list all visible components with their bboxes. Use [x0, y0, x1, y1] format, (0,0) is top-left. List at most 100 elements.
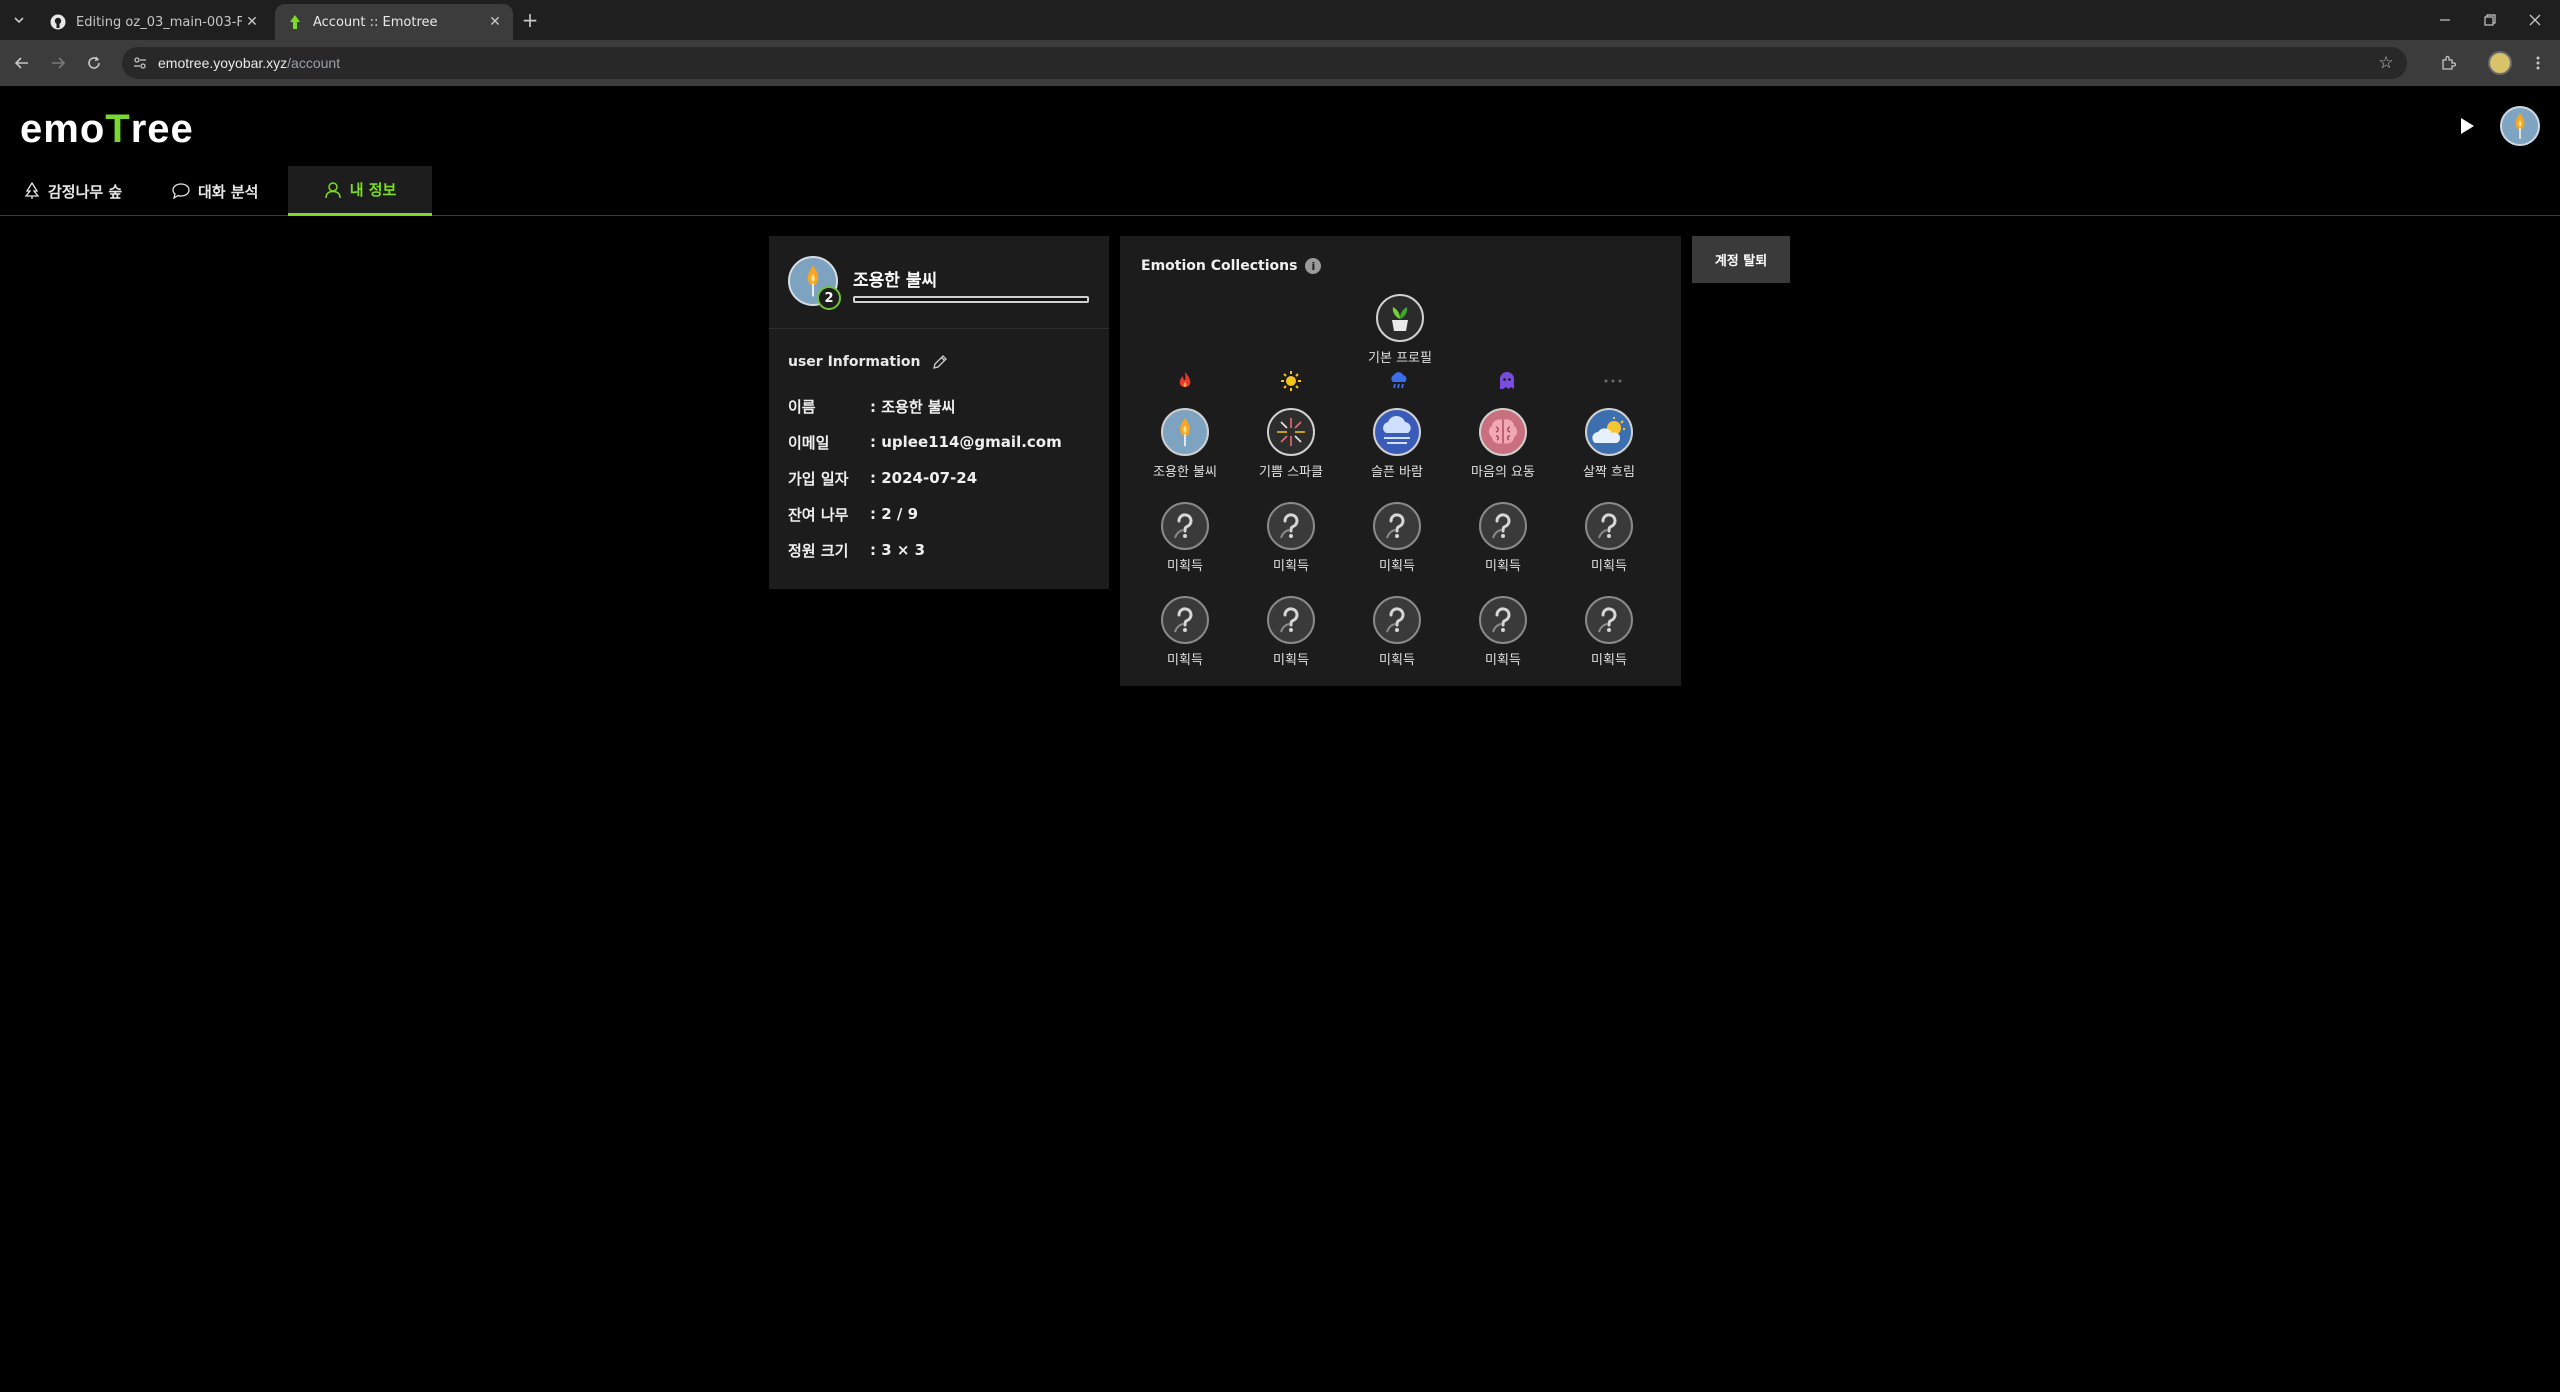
item-label: 미획득: [1485, 559, 1521, 574]
play-icon: [2461, 118, 2474, 134]
info-key: 이메일: [788, 433, 830, 452]
fire-icon: [1172, 370, 1198, 392]
item-label: 기본 프로필: [1368, 351, 1432, 366]
collection-item-locked[interactable]: 미획득: [1342, 502, 1452, 574]
candle-icon: [1161, 408, 1209, 456]
collection-item-locked[interactable]: 미획득: [1448, 502, 1558, 574]
logo-text-a: emo: [20, 107, 106, 151]
tab-search-button[interactable]: [6, 8, 32, 32]
back-arrow-icon[interactable]: [8, 49, 36, 77]
emotree-logo[interactable]: emo Tree: [20, 106, 194, 152]
sad-cloud-icon: [1373, 408, 1421, 456]
item-label: 미획득: [1167, 653, 1203, 668]
tab-my-info[interactable]: 내 정보: [288, 166, 432, 216]
github-icon: [50, 14, 66, 30]
chevron-down-icon: [14, 17, 24, 24]
emotion-collection-panel: Emotion Collections i 기본 프로필 조용한 불씨 기쁨 스…: [1120, 236, 1681, 686]
locked-question-icon: [1373, 596, 1421, 644]
collection-item-locked[interactable]: 미획득: [1130, 596, 1240, 668]
info-key: 가입 일자: [788, 469, 849, 488]
item-label: 슬픈 바람: [1371, 465, 1423, 480]
restore-icon[interactable]: [2475, 6, 2505, 34]
collection-item-candle[interactable]: 조용한 불씨: [1130, 408, 1240, 480]
locked-question-icon: [1267, 596, 1315, 644]
tab-title: Editing oz_03_main-003-FE/RE: [76, 14, 242, 30]
partly-cloudy-icon: [1585, 408, 1633, 456]
site-settings-icon[interactable]: [130, 53, 150, 73]
brain-icon: [1479, 408, 1527, 456]
info-row-email: 이메일: uplee114@gmail.com: [788, 424, 1088, 460]
sun-icon: [1278, 370, 1304, 392]
collection-item-partly-cloudy[interactable]: 살짝 흐림: [1554, 408, 1664, 480]
collection-item-sparkle[interactable]: 기쁨 스파클: [1236, 408, 1346, 480]
tab-title: Account :: Emotree: [313, 14, 438, 30]
locked-question-icon: [1585, 596, 1633, 644]
minimize-icon[interactable]: [2430, 6, 2460, 34]
tab-label: 내 정보: [349, 181, 397, 199]
extensions-icon[interactable]: [2436, 51, 2460, 75]
locked-question-icon: [1585, 502, 1633, 550]
info-icon[interactable]: i: [1305, 258, 1322, 274]
main-nav: 감정나무 숲 대화 분석 내 정보: [0, 166, 2560, 216]
collection-item-locked[interactable]: 미획득: [1342, 596, 1452, 668]
collection-item-locked[interactable]: 미획득: [1236, 502, 1346, 574]
close-icon[interactable]: ✕: [242, 12, 262, 32]
ghost-icon: [1494, 370, 1520, 392]
collection-item-sad-wind[interactable]: 슬픈 바람: [1342, 408, 1452, 480]
logo-text-b: T: [105, 107, 131, 151]
ellipsis-icon: [1600, 370, 1626, 392]
locked-question-icon: [1267, 502, 1315, 550]
tab-label: 대화 분석: [198, 182, 259, 201]
collection-heading: Emotion Collections i: [1141, 258, 1322, 274]
info-row-garden: 정원 크기 : 3 × 3: [788, 532, 1088, 568]
info-value: : 조용한 불씨: [870, 397, 956, 416]
emotree-favicon: [287, 14, 303, 30]
profile-header: 2 조용한 불씨: [769, 236, 1109, 329]
forward-arrow-icon[interactable]: [44, 49, 72, 77]
info-row-joined: 가입 일자: 2024-07-24: [788, 460, 1088, 496]
logo-text-c: ree: [130, 107, 194, 151]
sprout-pot-icon: [1376, 294, 1424, 342]
candle-icon: [2515, 113, 2525, 139]
collection-item-locked[interactable]: 미획득: [1554, 596, 1664, 668]
chat-bubble-icon: [172, 183, 190, 199]
collection-item-locked[interactable]: 미획득: [1448, 596, 1558, 668]
item-label: 미획득: [1591, 653, 1627, 668]
item-label: 조용한 불씨: [1153, 465, 1217, 480]
info-key: 정원 크기: [788, 541, 849, 560]
edit-pencil-icon[interactable]: [932, 354, 948, 370]
default-profile-item[interactable]: 기본 프로필: [1345, 294, 1455, 366]
experience-bar: [853, 296, 1089, 303]
bookmark-star-icon[interactable]: ☆: [2375, 52, 2397, 74]
new-tab-button[interactable]: +: [518, 8, 542, 32]
info-value: : 2 / 9: [870, 505, 919, 523]
profile-name: 조용한 불씨: [853, 271, 938, 291]
browser-tab-github[interactable]: Editing oz_03_main-003-FE/RE ✕: [38, 4, 270, 40]
window-close-icon[interactable]: [2520, 6, 2550, 34]
item-label: 마음의 요동: [1471, 465, 1535, 480]
user-icon: [324, 181, 341, 198]
more-menu-icon[interactable]: [2526, 51, 2550, 75]
info-key: 이름: [788, 397, 816, 416]
close-icon[interactable]: ✕: [485, 12, 505, 32]
item-label: 미획득: [1379, 653, 1415, 668]
rain-cloud-icon: [1386, 370, 1412, 392]
collection-item-locked[interactable]: 미획득: [1554, 502, 1664, 574]
info-value: : 3 × 3: [870, 541, 926, 559]
tab-emotion-forest[interactable]: 감정나무 숲: [24, 166, 134, 216]
collection-item-locked[interactable]: 미획득: [1236, 596, 1346, 668]
header-avatar[interactable]: [2500, 106, 2540, 146]
collection-item-brain[interactable]: 마음의 요동: [1448, 408, 1558, 480]
account-withdraw-button[interactable]: 계정 탈퇴: [1692, 236, 1790, 283]
profile-card: 2 조용한 불씨 user Information 이름: 조용한 불씨 이메일…: [769, 236, 1109, 589]
browser-tabstrip: Editing oz_03_main-003-FE/RE ✕ Account :…: [0, 0, 2560, 40]
user-info-list: 이름 : 조용한 불씨 이메일: uplee114@gmail.com 가입 일자…: [788, 388, 1088, 568]
tab-chat-analysis[interactable]: 대화 분석: [172, 166, 282, 216]
browser-profile-avatar[interactable]: [2488, 51, 2512, 75]
play-music-button[interactable]: [2455, 114, 2479, 138]
locked-question-icon: [1373, 502, 1421, 550]
address-bar[interactable]: emotree.yoyobar.xyz/account ☆: [122, 47, 2407, 79]
reload-icon[interactable]: [80, 49, 108, 77]
collection-item-locked[interactable]: 미획득: [1130, 502, 1240, 574]
browser-tab-emotree[interactable]: Account :: Emotree ✕: [275, 4, 513, 40]
